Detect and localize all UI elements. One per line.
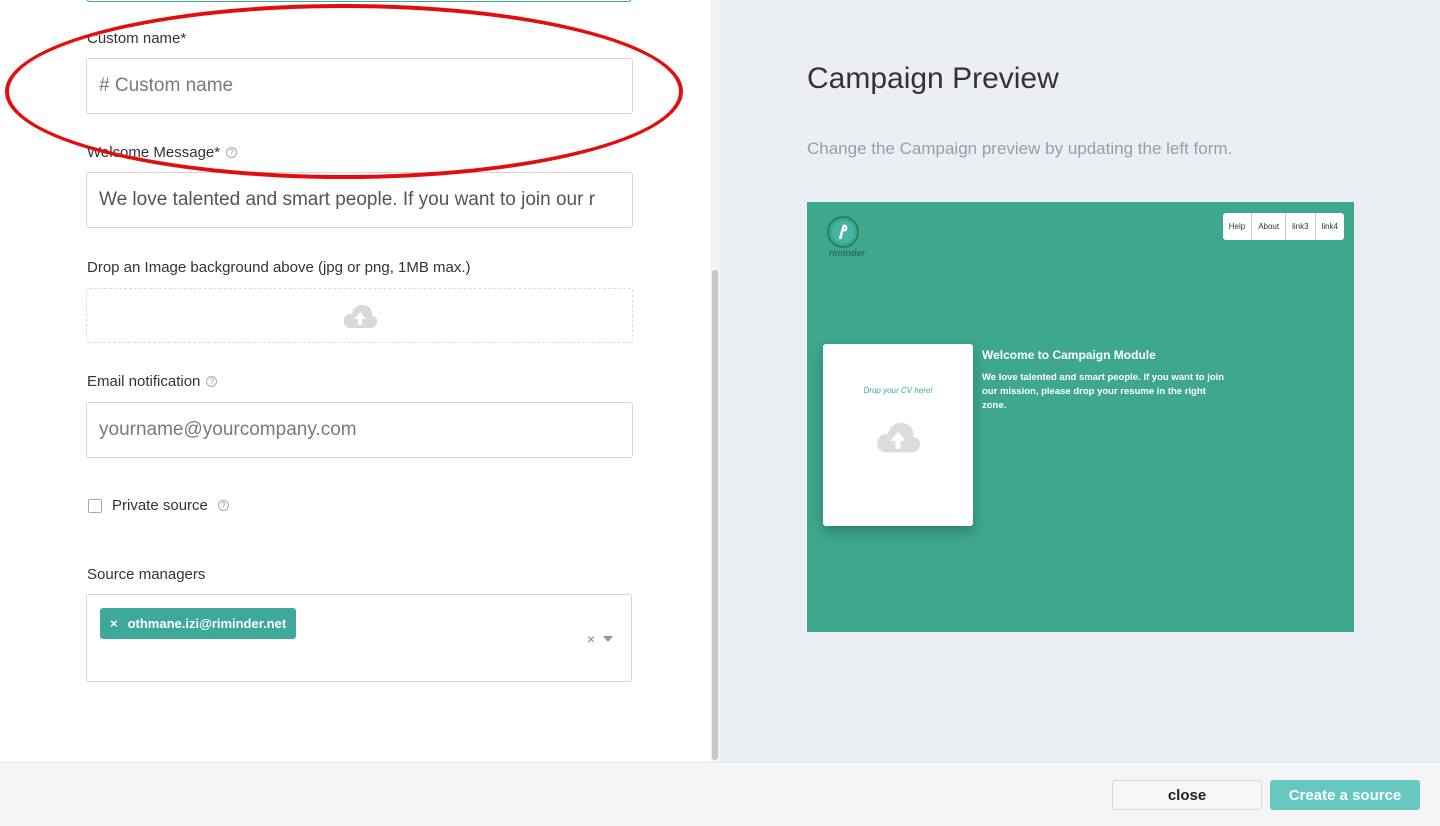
- modal-footer: close Create a source: [0, 762, 1440, 826]
- chevron-down-icon[interactable]: [603, 636, 613, 642]
- select-controls: ×: [587, 631, 613, 647]
- previous-field-edge: [86, 0, 632, 2]
- help-icon[interactable]: ?: [226, 147, 238, 158]
- help-icon[interactable]: ?: [217, 500, 229, 511]
- preview-welcome-title: Welcome to Campaign Module: [982, 348, 1156, 362]
- preview-nav-link4: link4: [1321, 222, 1338, 231]
- manager-tag: × othmane.izi@riminder.net: [100, 608, 297, 639]
- clear-icon[interactable]: ×: [587, 631, 595, 647]
- form-panel: Custom name* Welcome Message* ? Drop an …: [0, 0, 720, 762]
- scrollbar-thumb[interactable]: [712, 270, 718, 760]
- custom-name-input[interactable]: [86, 58, 633, 114]
- image-background-label: Drop an Image background above (jpg or p…: [87, 259, 471, 276]
- campaign-preview: riminder Help About link3 link4 Drop you…: [807, 202, 1354, 632]
- preview-title: Campaign Preview: [807, 62, 1059, 95]
- cv-drop-text: Drop your CV here!: [863, 386, 933, 395]
- private-source-row: Private source ?: [88, 497, 229, 514]
- preview-nav-link3: link3: [1286, 213, 1316, 240]
- preview-nav-about: About: [1252, 213, 1287, 240]
- help-icon[interactable]: ?: [206, 376, 218, 387]
- welcome-message-input[interactable]: [86, 172, 633, 228]
- custom-name-label: Custom name*: [87, 30, 187, 47]
- preview-nav-help: Help: [1223, 213, 1253, 240]
- email-notification-input[interactable]: [86, 402, 633, 458]
- preview-welcome-message: We love talented and smart people. If yo…: [982, 372, 1225, 411]
- source-managers-label: Source managers: [87, 566, 206, 583]
- tag-label: othmane.izi@riminder.net: [127, 616, 287, 631]
- tag-remove-icon[interactable]: ×: [110, 616, 118, 631]
- riminder-logo: riminder: [817, 216, 877, 260]
- source-managers-select[interactable]: × othmane.izi@riminder.net ×: [86, 594, 632, 682]
- cv-drop-card: Drop your CV here!: [823, 344, 973, 526]
- preview-nav: Help About link3 link4: [1222, 213, 1344, 240]
- email-notification-label: Email notification ?: [87, 373, 218, 390]
- welcome-message-label: Welcome Message* ?: [87, 144, 238, 161]
- preview-subtitle: Change the Campaign preview by updating …: [807, 139, 1233, 158]
- create-source-button[interactable]: Create a source: [1270, 780, 1420, 810]
- cloud-upload-icon: [877, 422, 921, 453]
- private-source-label[interactable]: Private source: [112, 497, 208, 514]
- riminder-logo-icon: [827, 216, 859, 248]
- preview-panel: Campaign Preview Change the Campaign pre…: [720, 0, 1440, 762]
- image-dropzone[interactable]: [86, 288, 633, 343]
- cloud-upload-icon: [343, 304, 377, 328]
- logo-text: riminder: [828, 248, 865, 258]
- close-button[interactable]: close: [1112, 780, 1262, 810]
- private-source-checkbox[interactable]: [88, 498, 102, 513]
